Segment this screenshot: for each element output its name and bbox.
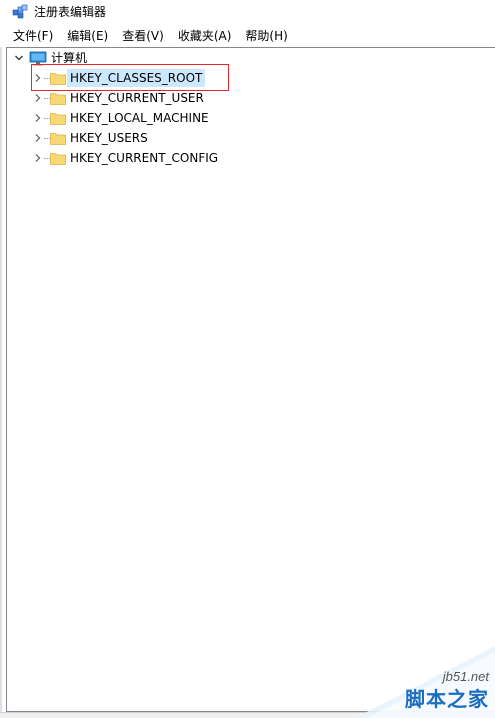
tree-item-label: HKEY_CURRENT_CONFIG (70, 151, 219, 165)
menu-bar: 文件(F) 编辑(E) 查看(V) 收藏夹(A) 帮助(H) (0, 26, 495, 46)
tree-item-hkey-local-machine[interactable]: HKEY_LOCAL_MACHINE (67, 108, 212, 128)
tree-item-label: HKEY_USERS (70, 131, 148, 145)
chevron-right-icon[interactable] (33, 153, 43, 163)
menu-favorites[interactable]: 收藏夹(A) (171, 26, 239, 46)
tree-item-hkey-current-user[interactable]: HKEY_CURRENT_USER (67, 88, 207, 108)
menu-view[interactable]: 查看(V) (115, 26, 171, 46)
chevron-right-icon[interactable] (33, 93, 43, 103)
regedit-icon (12, 4, 28, 19)
tree-item-hkey-current-config[interactable]: HKEY_CURRENT_CONFIG (67, 148, 221, 168)
menu-file[interactable]: 文件(F) (6, 26, 60, 46)
title-bar: 注册表编辑器 (0, 0, 495, 24)
menu-help[interactable]: 帮助(H) (238, 26, 294, 46)
folder-icon (50, 113, 66, 125)
folder-icon (50, 93, 66, 105)
menu-edit[interactable]: 编辑(E) (60, 26, 115, 46)
tree-item-label: HKEY_LOCAL_MACHINE (70, 111, 209, 125)
folder-icon (50, 153, 66, 165)
chevron-down-icon[interactable] (14, 53, 24, 63)
chevron-right-icon[interactable] (33, 133, 43, 143)
watermark-brand: 脚本之家 (405, 687, 489, 711)
folder-icon (50, 133, 66, 145)
tree-item-label: HKEY_CURRENT_USER (70, 91, 204, 105)
window-left-edge (0, 47, 2, 712)
window-title: 注册表编辑器 (34, 5, 107, 19)
watermark-site: jb51.net (442, 669, 489, 684)
tree-item-hkey-users[interactable]: HKEY_USERS (67, 128, 151, 148)
watermark: jb51.net 脚本之家 (355, 646, 495, 718)
chevron-right-icon[interactable] (33, 113, 43, 123)
annotation-highlight-box (31, 64, 229, 91)
